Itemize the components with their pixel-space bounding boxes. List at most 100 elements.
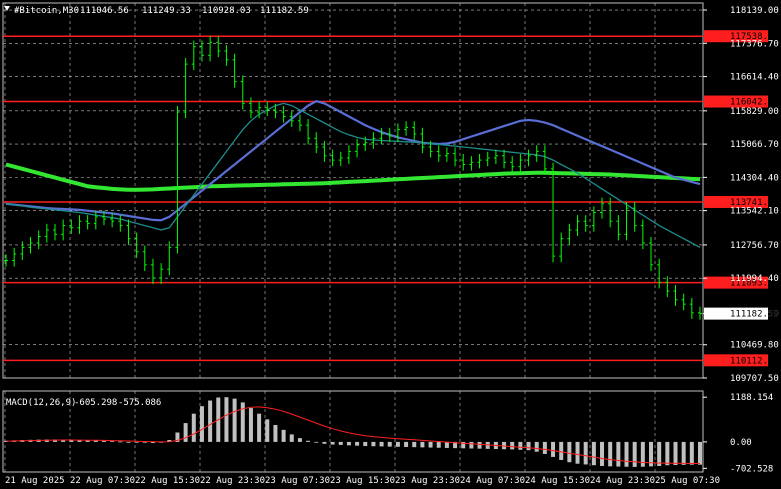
macd-histogram-bar bbox=[420, 441, 425, 448]
x-tick-label: 22 Aug 15:30 bbox=[135, 476, 200, 486]
macd-histogram-bar bbox=[126, 441, 131, 443]
macd-histogram-bar bbox=[101, 440, 106, 442]
y-tick-label: 114304.40 bbox=[730, 173, 779, 183]
macd-histogram-bar bbox=[191, 413, 196, 442]
macd-histogram-bar bbox=[526, 441, 531, 451]
macd-histogram-bar bbox=[110, 441, 115, 442]
macd-histogram-bar bbox=[265, 419, 270, 442]
macd-histogram-bar bbox=[575, 441, 580, 464]
macd-histogram-bar bbox=[600, 441, 605, 466]
y-tick-label: 110469.80 bbox=[730, 341, 779, 351]
macd-histogram-bar bbox=[510, 441, 515, 450]
y-tick-label: 113542.10 bbox=[730, 207, 779, 217]
macd-label: MACD(12,26,9) bbox=[6, 398, 76, 408]
macd-histogram-bar bbox=[412, 441, 417, 448]
macd-tick-label: -702.528 bbox=[730, 464, 773, 474]
macd-histogram-bar bbox=[665, 441, 670, 466]
x-tick-label: 22 Aug 23:30 bbox=[200, 476, 265, 486]
macd-histogram-bar bbox=[297, 438, 302, 442]
x-tick-label: 22 Aug 07:30 bbox=[70, 476, 135, 486]
x-tick-label: 23 Aug 23:30 bbox=[395, 476, 460, 486]
moving-averages bbox=[5, 100, 701, 248]
x-tick-label: 23 Aug 07:30 bbox=[265, 476, 330, 486]
macd-histogram-bar bbox=[355, 441, 360, 446]
macd-histogram-bar bbox=[330, 441, 335, 445]
macd-histogram-bar bbox=[322, 441, 327, 444]
macd-histogram-bar bbox=[608, 441, 613, 467]
macd-histogram-bar bbox=[436, 441, 441, 448]
macd-histogram-bar bbox=[640, 441, 645, 467]
macd-histogram-bar bbox=[477, 441, 482, 449]
chart-window: 117538.66 116042.10 113741.05 111893.02 1101… bbox=[0, 0, 781, 489]
y-tick-label: 115829.00 bbox=[730, 107, 779, 117]
macd-histogram-bar bbox=[371, 441, 376, 447]
macd-histogram-bar bbox=[444, 441, 449, 448]
macd-tick-label: 1188.154 bbox=[730, 393, 773, 403]
axes: 118139.00 117376.70 116614.40 115829.00 1150… bbox=[5, 6, 779, 486]
macd-histogram-bar bbox=[542, 441, 547, 454]
x-tick-label: 24 Aug 23:30 bbox=[590, 476, 655, 486]
macd-histogram-bar bbox=[583, 441, 588, 465]
chart-canvas: 117538.66116042.10113741.05111893.021101… bbox=[2, 2, 779, 486]
macd-histogram-bar bbox=[469, 441, 474, 449]
x-tick-label: 21 Aug 2025 bbox=[5, 476, 65, 486]
macd-histogram-bar bbox=[681, 441, 686, 465]
macd-histogram-bar bbox=[338, 441, 343, 445]
y-tick-label: 115066.70 bbox=[730, 140, 779, 150]
macd-histogram-bar bbox=[387, 441, 392, 447]
y-tick-label: 117376.70 bbox=[730, 39, 779, 49]
macd-histogram-bar bbox=[534, 441, 539, 452]
macd-histogram-bar bbox=[657, 441, 662, 466]
macd-histogram-bar bbox=[363, 441, 368, 447]
x-tick-label: 24 Aug 15:30 bbox=[525, 476, 590, 486]
macd-histogram-bar bbox=[591, 441, 596, 466]
price-panel-frame bbox=[2, 2, 704, 379]
macd-histogram-bar bbox=[428, 441, 433, 448]
macd-histogram-bar bbox=[273, 424, 278, 442]
macd-histogram-bar bbox=[567, 441, 572, 463]
macd-histogram-bar bbox=[281, 429, 286, 442]
macd-histogram-bar bbox=[673, 441, 678, 466]
macd-histogram-bar bbox=[289, 434, 294, 442]
macd-histogram-bar bbox=[624, 441, 629, 467]
macd-histogram-bar bbox=[395, 441, 400, 447]
price-series bbox=[4, 36, 702, 320]
macd-histogram-bar bbox=[689, 441, 694, 465]
macd-histogram-bar bbox=[232, 398, 237, 442]
open-value: 111046.56 bbox=[80, 6, 129, 16]
y-tick-label: 116614.40 bbox=[730, 73, 779, 83]
macd-histogram-bar bbox=[134, 441, 139, 443]
macd-histogram-bar bbox=[306, 440, 311, 442]
close-value: 111182.59 bbox=[260, 6, 309, 16]
macd-histogram-bar bbox=[199, 406, 204, 442]
macd-histogram-bar bbox=[224, 397, 229, 442]
macd-histogram-bar bbox=[518, 441, 523, 450]
macd-histogram-bar bbox=[314, 441, 319, 443]
macd-signal-value: -575.086 bbox=[118, 398, 161, 408]
macd-signal-line bbox=[5, 406, 700, 464]
x-tick-label: 25 Aug 07:30 bbox=[655, 476, 720, 486]
macd-histogram-bar bbox=[559, 441, 564, 460]
macd-histogram-bar bbox=[257, 413, 262, 442]
macd-histogram-bar bbox=[698, 441, 702, 465]
macd-histogram-bar bbox=[404, 441, 409, 447]
level-label: 110112.74 bbox=[730, 356, 779, 366]
y-tick-label: 109707.50 bbox=[730, 374, 779, 384]
y-tick-label: 118139.00 bbox=[730, 6, 779, 16]
macd-histogram-bar bbox=[379, 441, 384, 447]
symbol-label: #Bitcoin,M30 bbox=[14, 6, 79, 16]
x-tick-label: 23 Aug 15:30 bbox=[330, 476, 395, 486]
price-levels: 117538.66116042.10113741.05111893.021101… bbox=[3, 30, 779, 367]
x-tick-label: 24 Aug 07:30 bbox=[460, 476, 525, 486]
y-tick-label: 112756.70 bbox=[730, 241, 779, 251]
macd-histogram-bar bbox=[346, 441, 351, 446]
low-value: 110928.03 bbox=[202, 6, 251, 16]
macd-tick-label: 0.00 bbox=[730, 438, 752, 448]
macd-histogram-bar bbox=[551, 441, 556, 457]
y-tick-label: 111994.40 bbox=[730, 274, 779, 284]
macd-histogram-bar bbox=[118, 441, 123, 443]
macd-histogram-bar bbox=[632, 441, 637, 467]
macd-histogram-bar bbox=[183, 423, 188, 442]
current-price-label: 111182.59 bbox=[730, 310, 779, 320]
macd-histogram-bar bbox=[248, 408, 253, 442]
